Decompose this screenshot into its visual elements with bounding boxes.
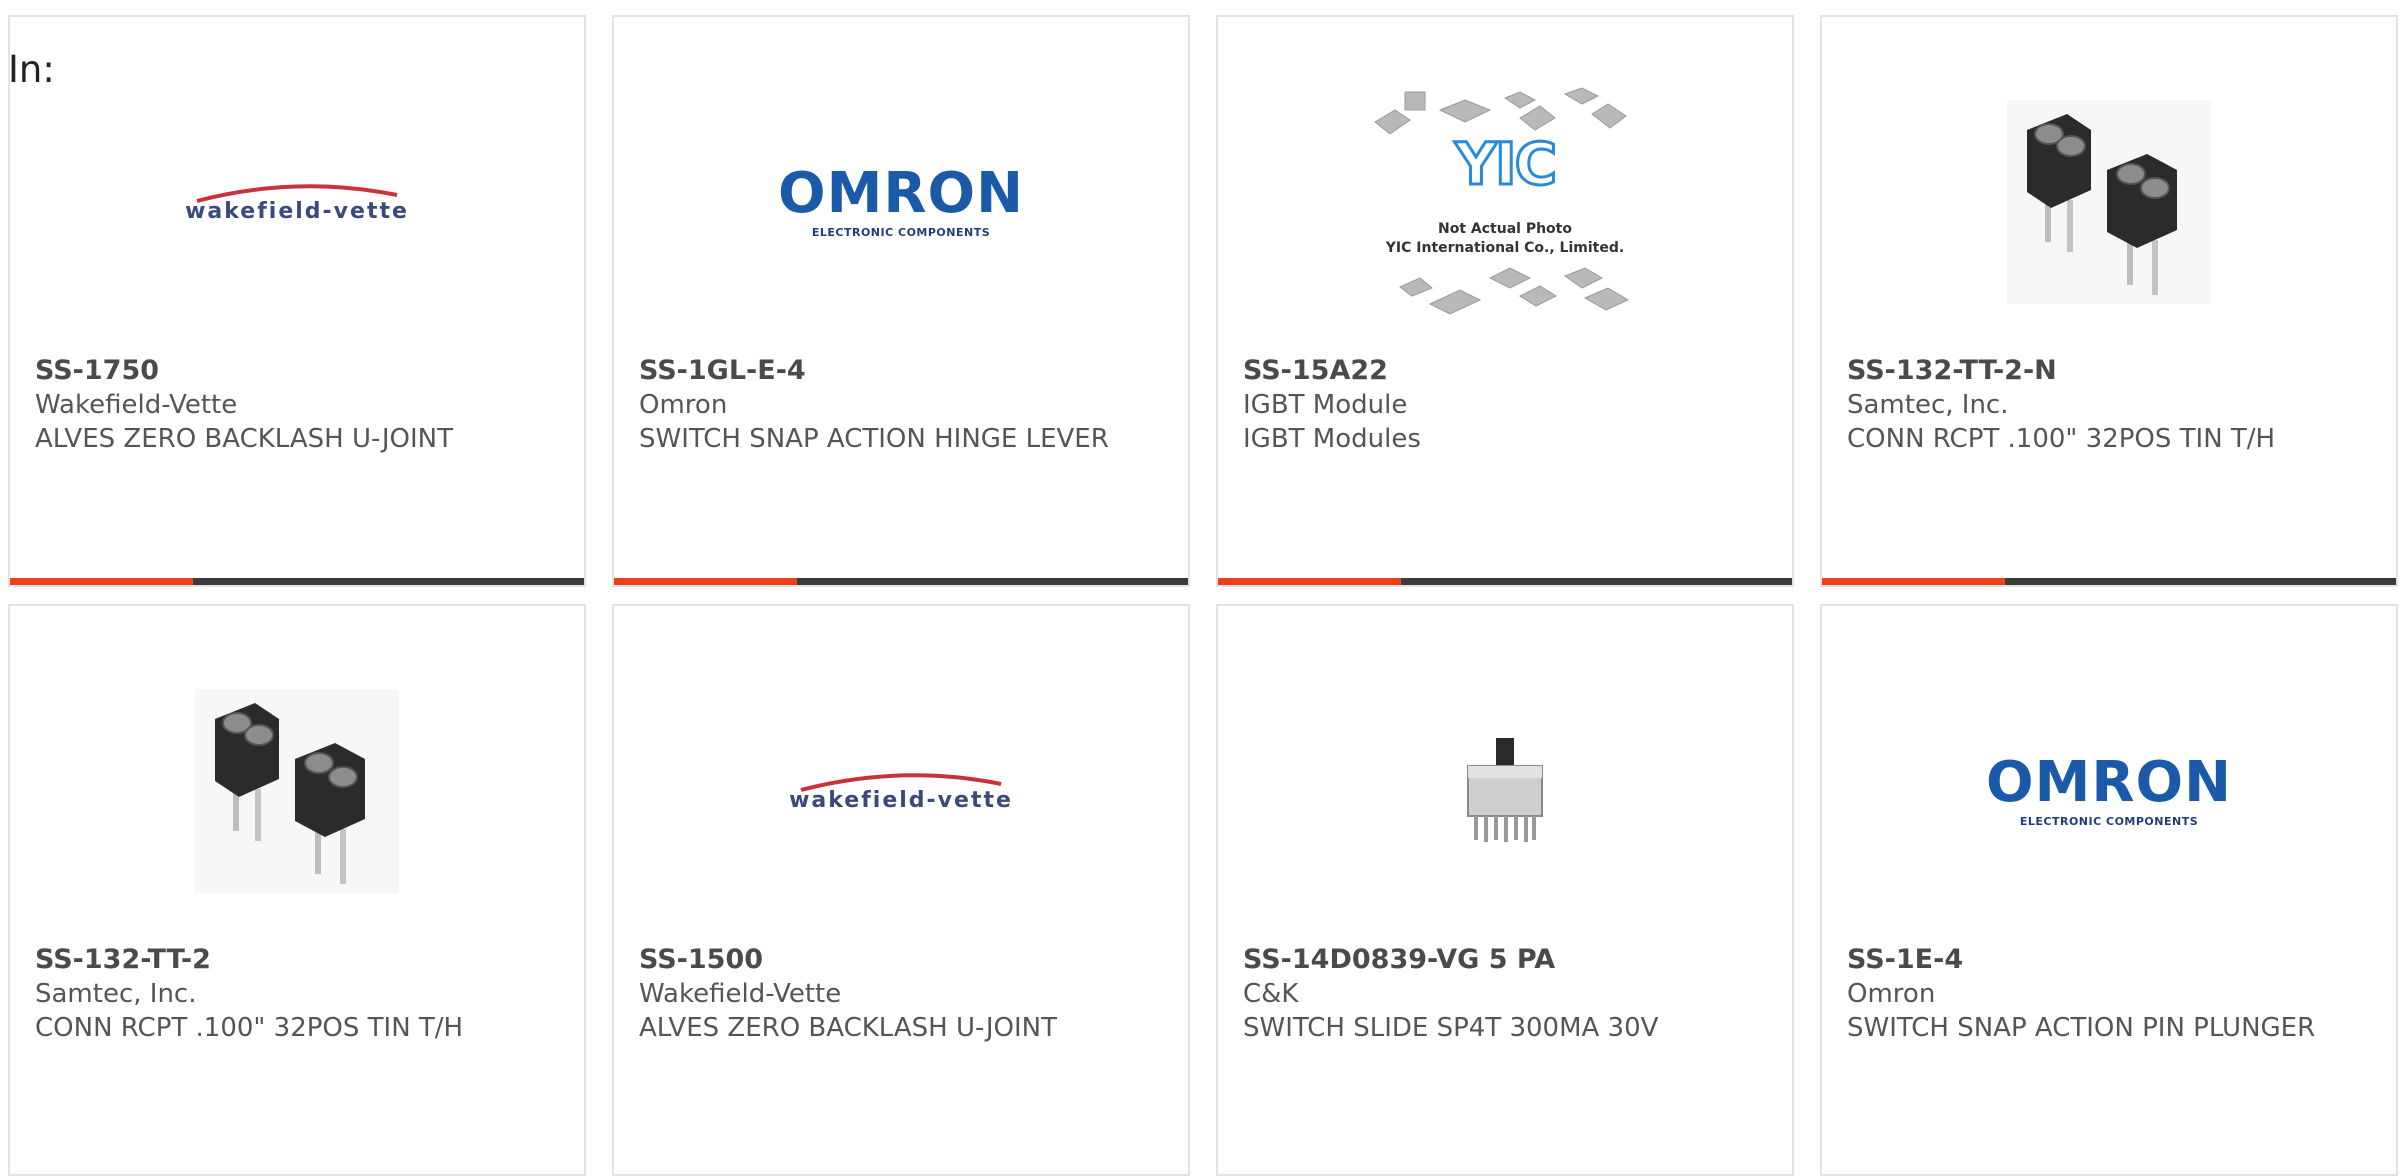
yic-logo: YIC [1453, 129, 1558, 200]
connector-photo [2007, 100, 2211, 304]
manufacturer: Wakefield-Vette [639, 979, 842, 1009]
wakefield-vette-logo: wakefield-vette [185, 181, 409, 224]
manufacturer: C&K [1243, 979, 1299, 1009]
card-bar [614, 578, 1188, 585]
part-number-link[interactable]: SS-15A22 [1243, 354, 1732, 388]
product-card[interactable]: SS-14D0839-VG 5 PA C&K SWITCH SLIDE SP4T… [1216, 604, 1794, 1176]
product-card[interactable]: wakefield-vette SS-1500 Wakefield-Vette … [612, 604, 1190, 1176]
card-bar [1218, 578, 1792, 585]
card-bar [1822, 578, 2396, 585]
product-card[interactable]: YIC Not Actual Photo YIC International C… [1216, 15, 1794, 587]
product-image[interactable] [1822, 97, 2396, 307]
part-number-link[interactable]: SS-14D0839-VG 5 PA [1243, 943, 1732, 977]
description: CONN RCPT .100" 32POS TIN T/H [35, 1013, 464, 1043]
product-card[interactable]: OMRON ELECTRONIC COMPONENTS SS-1E-4 Omro… [1820, 604, 2398, 1176]
card-bar-accent [1822, 578, 2005, 585]
card-bar-accent [10, 578, 193, 585]
manufacturer: Samtec, Inc. [35, 979, 197, 1009]
description: ALVES ZERO BACKLASH U-JOINT [639, 1013, 1057, 1043]
omron-logo: OMRON ELECTRONIC COMPONENTS [1986, 749, 2232, 828]
part-number-link[interactable]: SS-132-TT-2 [35, 943, 524, 977]
product-card[interactable]: OMRON ELECTRONIC COMPONENTS SS-1GL-E-4 O… [612, 15, 1190, 587]
product-card[interactable]: SS-132-TT-2-N Samtec, Inc. CONN RCPT .10… [1820, 15, 2398, 587]
product-image[interactable] [1218, 686, 1792, 896]
connector-photo [195, 689, 399, 893]
manufacturer: Omron [639, 390, 728, 420]
part-number-link[interactable]: SS-1500 [639, 943, 1128, 977]
description: SWITCH SLIDE SP4T 300MA 30V [1243, 1013, 1659, 1043]
product-image[interactable]: OMRON ELECTRONIC COMPONENTS [1822, 686, 2396, 896]
description: IGBT Modules [1243, 424, 1421, 454]
card-bar [10, 578, 584, 585]
manufacturer: Wakefield-Vette [35, 390, 238, 420]
product-card[interactable]: wakefield-vette SS-1750 Wakefield-Vette … [8, 15, 586, 587]
product-image[interactable]: OMRON ELECTRONIC COMPONENTS [614, 97, 1188, 307]
manufacturer: IGBT Module [1243, 390, 1408, 420]
part-number-link[interactable]: SS-1E-4 [1847, 943, 2336, 977]
image-caption-line: YIC International Co., Limited. [1385, 240, 1625, 256]
image-caption-line: Not Actual Photo [1438, 221, 1572, 237]
chip-icons [1374, 87, 1630, 315]
product-grid: wakefield-vette SS-1750 Wakefield-Vette … [8, 15, 2398, 1176]
manufacturer: Omron [1847, 979, 1936, 1009]
slide-switch-photo [1467, 738, 1543, 842]
card-bar-accent [1218, 578, 1401, 585]
in-label: In: [8, 48, 55, 91]
part-number-link[interactable]: SS-1GL-E-4 [639, 354, 1128, 388]
product-image[interactable]: YIC Not Actual Photo YIC International C… [1218, 87, 1792, 315]
product-card[interactable]: SS-132-TT-2 Samtec, Inc. CONN RCPT .100"… [8, 604, 586, 1176]
card-bar-accent [614, 578, 797, 585]
description: ALVES ZERO BACKLASH U-JOINT [35, 424, 453, 454]
wakefield-vette-logo: wakefield-vette [789, 770, 1013, 813]
description: SWITCH SNAP ACTION HINGE LEVER [639, 424, 1109, 454]
product-image[interactable]: wakefield-vette [10, 97, 584, 307]
manufacturer: Samtec, Inc. [1847, 390, 2009, 420]
product-image[interactable] [10, 686, 584, 896]
description: SWITCH SNAP ACTION PIN PLUNGER [1847, 1013, 2316, 1043]
omron-logo: OMRON ELECTRONIC COMPONENTS [778, 160, 1024, 239]
part-number-link[interactable]: SS-132-TT-2-N [1847, 354, 2336, 388]
part-number-link[interactable]: SS-1750 [35, 354, 524, 388]
description: CONN RCPT .100" 32POS TIN T/H [1847, 424, 2276, 454]
product-image[interactable]: wakefield-vette [614, 686, 1188, 896]
yic-placeholder-image: YIC Not Actual Photo YIC International C… [1370, 82, 1640, 322]
